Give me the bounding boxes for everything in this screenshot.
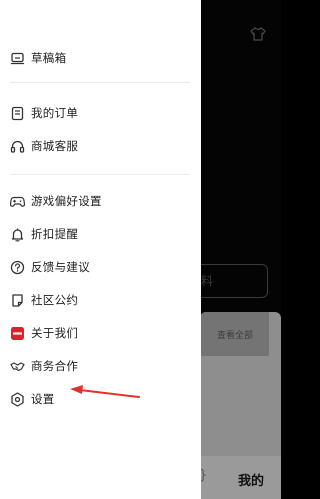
profile-edit-label: 料 bbox=[201, 274, 214, 288]
annotation-arrow bbox=[70, 385, 140, 398]
tab-me[interactable]: 我的 bbox=[238, 470, 264, 489]
side-drawer: 草稿箱 我的订单 商城客服 游戏偏好设置 折扣提醒 反馈与建议 社区公约 关于我… bbox=[0, 0, 201, 499]
view-all-link[interactable]: 查看全部 bbox=[217, 328, 253, 341]
tshirt-icon[interactable] bbox=[250, 27, 266, 41]
